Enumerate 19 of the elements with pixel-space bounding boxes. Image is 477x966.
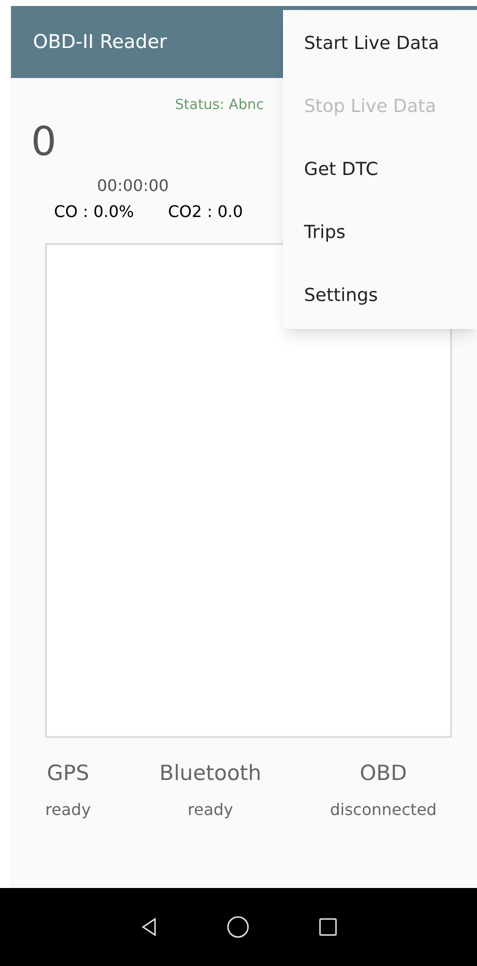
indicator-name: Bluetooth [159,760,262,787]
gas-reading: CO : 0.0% [54,201,134,223]
recents-icon[interactable] [318,918,336,936]
indicator-state: disconnected [330,798,437,820]
menu-item[interactable]: Trips [283,201,477,264]
indicator-name: GPS [46,760,90,787]
menu-item[interactable]: Settings [283,264,477,327]
back-icon[interactable] [140,917,156,937]
menu-item[interactable]: Get DTC [283,138,477,201]
indicator-state: ready [188,798,234,820]
home-icon[interactable] [226,916,248,938]
menu-item[interactable]: Start Live Data [283,12,477,75]
indicator-state: ready [45,798,91,820]
indicator-name: OBD [360,760,407,787]
gas-reading: CO2 : 0.0 [168,201,243,223]
status-text: Status: Abnc [175,96,264,115]
app-title: OBD-II Reader [33,30,167,55]
speed-value: 0 [31,119,56,165]
timer-text: 00:00:00 [97,176,169,195]
